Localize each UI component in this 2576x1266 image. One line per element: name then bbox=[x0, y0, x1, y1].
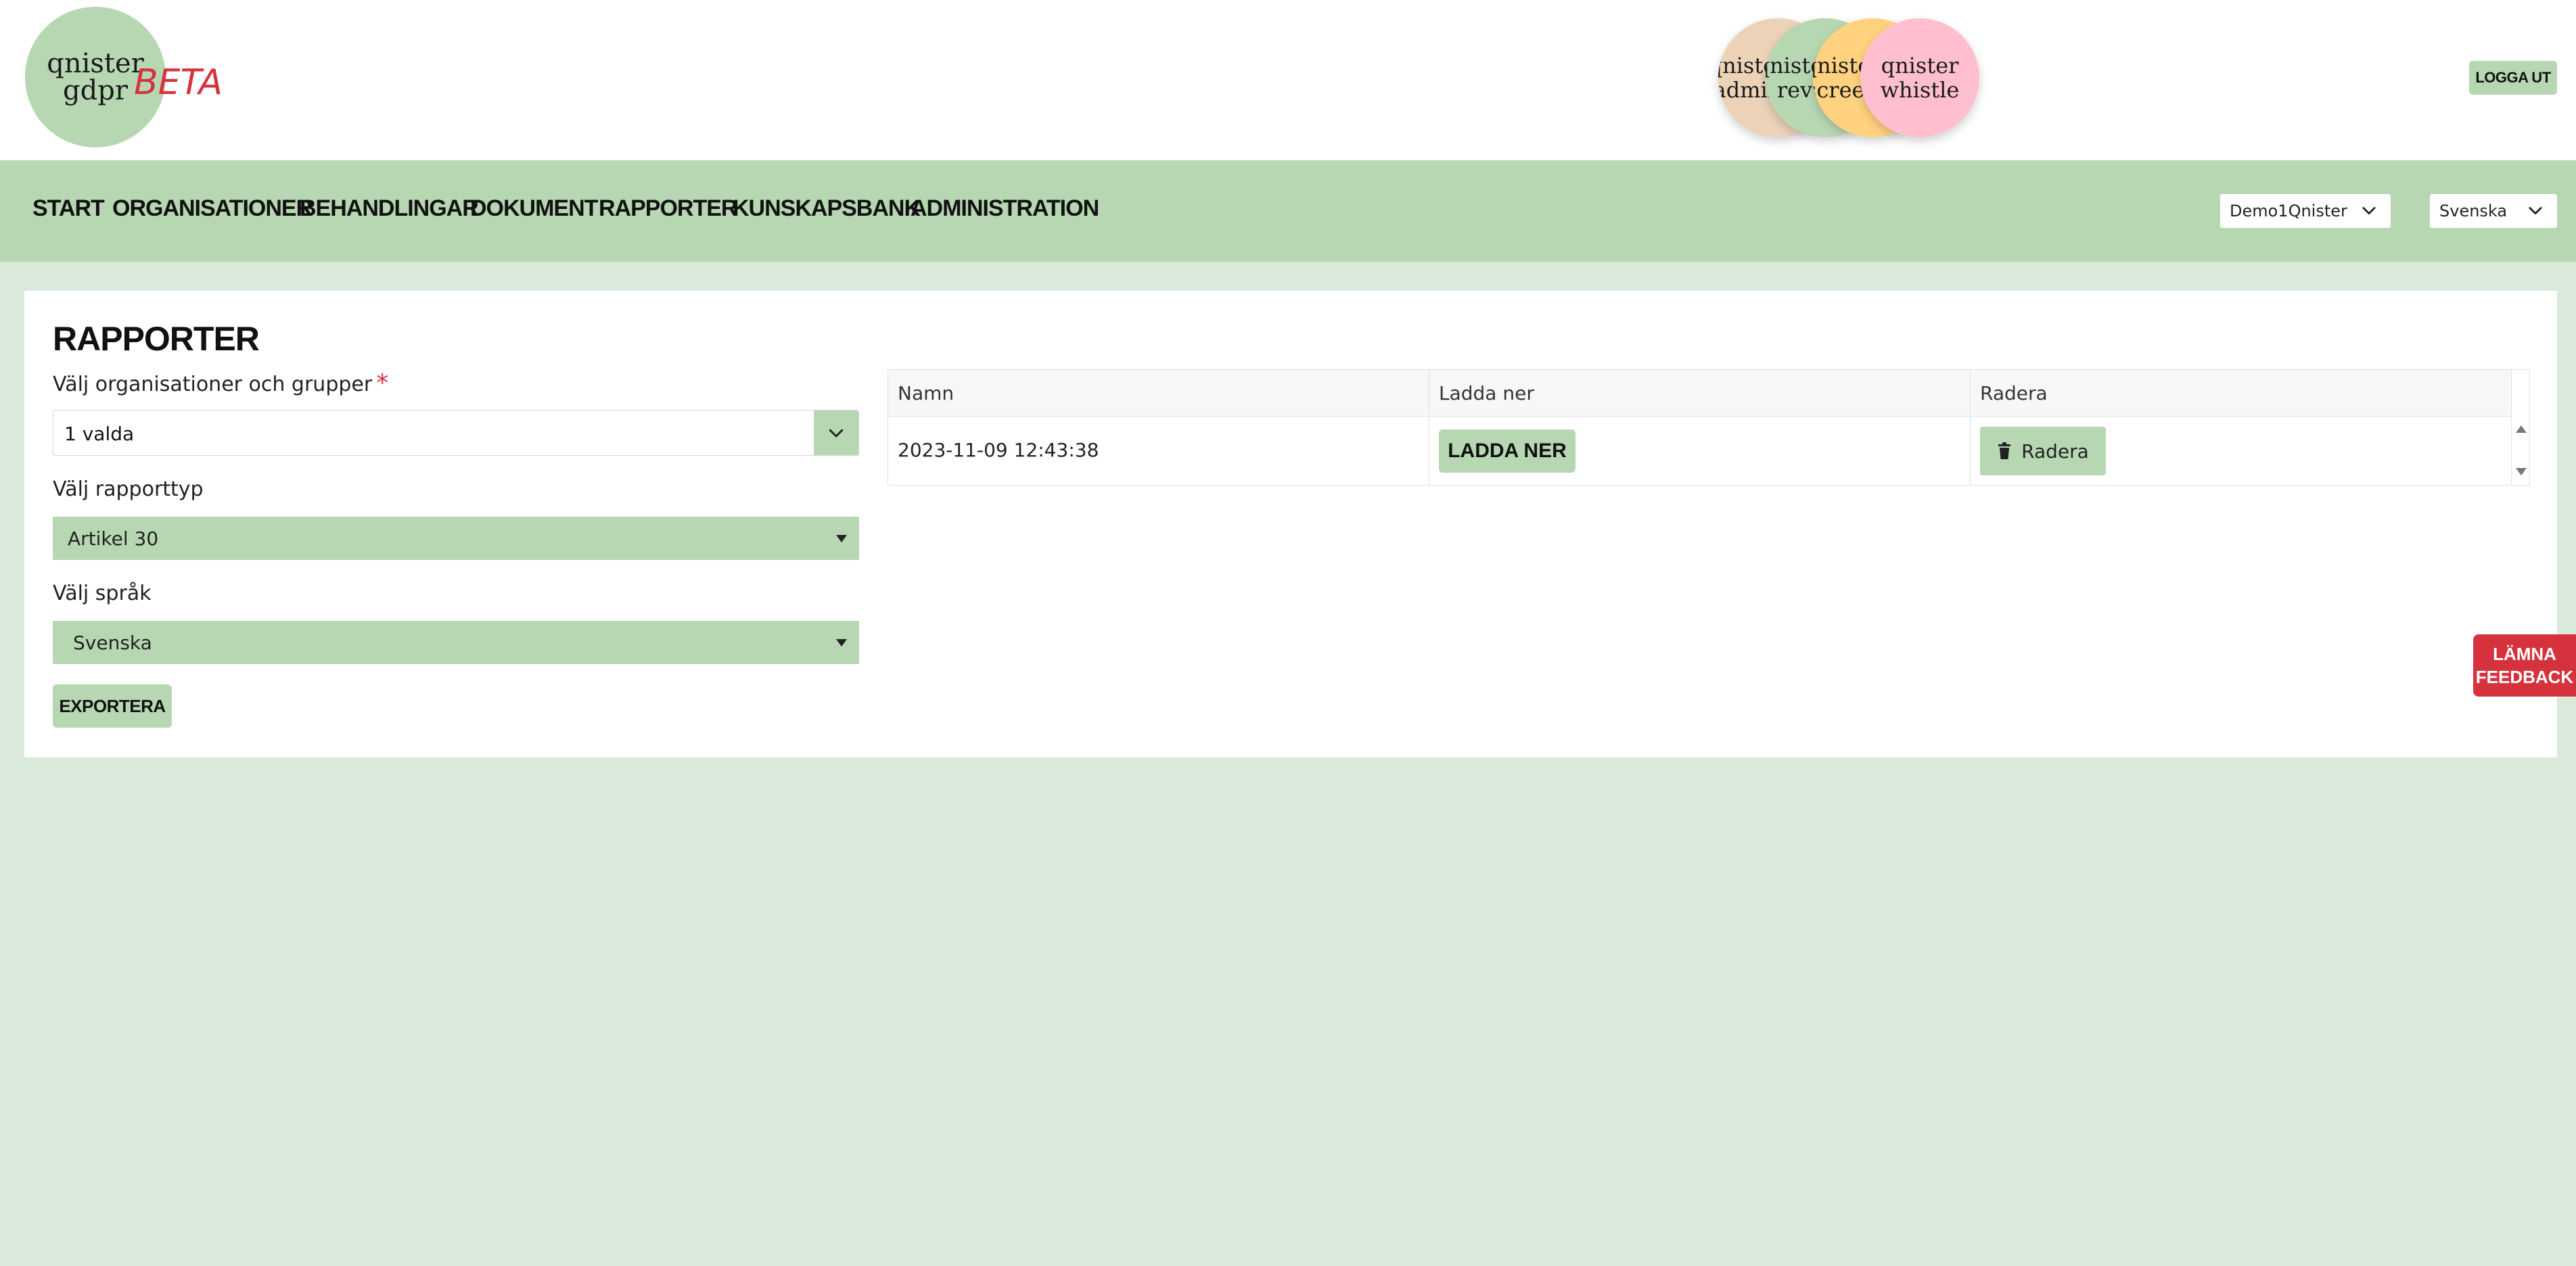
org-multiselect[interactable]: 1 valda bbox=[53, 410, 859, 456]
cell-delete: Radera bbox=[1971, 416, 2512, 485]
org-multiselect-value: 1 valda bbox=[64, 423, 135, 445]
language-select[interactable]: Svenska bbox=[2430, 194, 2557, 228]
language-field-label: Välj språk bbox=[53, 582, 152, 605]
caret-down-icon bbox=[836, 639, 847, 647]
nav-behandlingar[interactable]: BEHANDLINGAR bbox=[300, 195, 479, 222]
feedback-button[interactable]: LÄMNA FEEDBACK bbox=[2473, 634, 2576, 697]
feedback-line1: LÄMNA bbox=[2493, 644, 2556, 664]
org-field-label: Välj organisationer och grupper * bbox=[53, 369, 388, 397]
logout-button[interactable]: LOGGA UT bbox=[2469, 61, 2557, 95]
feedback-line2: FEEDBACK bbox=[2475, 667, 2574, 687]
page-title: RAPPORTER bbox=[53, 320, 260, 358]
org-multiselect-toggle[interactable] bbox=[814, 411, 858, 455]
report-type-label: Välj rapporttyp bbox=[53, 477, 204, 501]
nav-organisationer[interactable]: ORGANISATIONER bbox=[112, 195, 313, 222]
beta-badge: BETA bbox=[134, 62, 223, 103]
required-marker: * bbox=[376, 369, 389, 397]
logo-line1: qnister bbox=[47, 48, 144, 79]
app-rev-line2: rev bbox=[1776, 77, 1813, 103]
chevron-down-icon bbox=[2362, 207, 2376, 215]
nav-administration[interactable]: ADMINISTRATION bbox=[911, 195, 1099, 222]
org-field-label-text: Välj organisationer och grupper bbox=[53, 373, 373, 396]
report-type-value: Artikel 30 bbox=[68, 528, 159, 550]
main-nav: START ORGANISATIONER BEHANDLINGAR DOKUME… bbox=[0, 160, 2576, 262]
caret-down-icon bbox=[836, 535, 847, 542]
report-type-select[interactable]: Artikel 30 bbox=[53, 517, 859, 560]
app-whistle-line1: qnister bbox=[1881, 53, 1959, 78]
delete-button[interactable]: Radera bbox=[1980, 427, 2106, 475]
nav-start[interactable]: START bbox=[32, 195, 105, 222]
app-switch-whistle[interactable]: qnister whistle bbox=[1860, 18, 1979, 137]
logo-line2: gdpr bbox=[63, 75, 128, 106]
report-name: 2023-11-09 12:43:38 bbox=[898, 439, 1099, 461]
column-header-download[interactable]: Ladda ner bbox=[1429, 370, 1971, 416]
table-header: Namn Ladda ner Radera bbox=[888, 370, 2512, 417]
nav-kunskapsbank[interactable]: KUNSKAPSBANK bbox=[733, 195, 921, 222]
column-header-name[interactable]: Namn bbox=[888, 370, 1429, 416]
delete-button-label: Radera bbox=[2021, 440, 2089, 463]
reports-card: RAPPORTER Välj organisationer och gruppe… bbox=[24, 291, 2557, 757]
trash-icon bbox=[1998, 442, 2011, 459]
organisation-select-value: Demo1Qnister bbox=[2230, 202, 2347, 220]
report-language-value: Svenska bbox=[73, 632, 152, 654]
scroll-down-icon[interactable] bbox=[2516, 468, 2527, 475]
app-whistle-line2: whistle bbox=[1880, 77, 1960, 103]
nav-rapporter[interactable]: RAPPORTER bbox=[599, 195, 737, 222]
scroll-up-icon[interactable] bbox=[2516, 425, 2527, 433]
cell-name: 2023-11-09 12:43:38 bbox=[888, 416, 1429, 485]
export-button[interactable]: EXPORTERA bbox=[53, 684, 172, 728]
chevron-down-icon bbox=[2529, 207, 2542, 215]
download-button[interactable]: LADDA NER bbox=[1439, 429, 1576, 473]
cell-download: LADDA NER bbox=[1429, 416, 1971, 485]
report-language-select[interactable]: Svenska bbox=[53, 621, 859, 664]
chevron-down-icon bbox=[829, 429, 844, 438]
nav-dokument[interactable]: DOKUMENT bbox=[470, 195, 598, 222]
table-scrollbar[interactable] bbox=[2512, 416, 2529, 485]
language-select-value: Svenska bbox=[2439, 202, 2508, 220]
column-header-delete[interactable]: Radera bbox=[1971, 370, 2512, 416]
header: qnister gdpr BETA qnister admin qnister … bbox=[0, 0, 2576, 160]
reports-table: Namn Ladda ner Radera 2023-11-09 12:43:3… bbox=[888, 369, 2530, 486]
organisation-select[interactable]: Demo1Qnister bbox=[2220, 194, 2391, 228]
